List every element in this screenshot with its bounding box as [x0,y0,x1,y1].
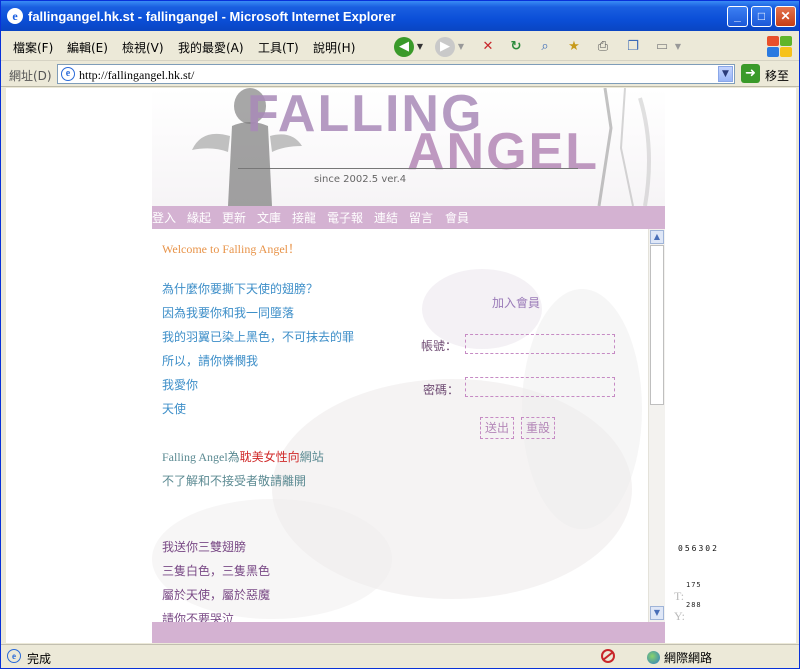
coord-t-label: T: [674,589,685,603]
poem-line: 因為我要你和我一同墮落 [162,306,295,320]
header-decoration [597,88,651,206]
poem2-line: 三隻白色，三隻黑色 [162,564,271,578]
edit-icon[interactable]: ▭ [652,37,672,57]
coord-y-value: 288 [686,601,702,609]
menu-tools[interactable]: 工具(T) [258,39,299,56]
title-bar: e fallingangel.hk.st - fallingangel - Mi… [1,1,799,31]
favorites-icon[interactable]: ★ [564,37,584,57]
poem-line: 我的羽翼已染上黑色，不可抹去的罪 [162,330,355,344]
maximize-button[interactable]: □ [751,6,772,27]
page-icon: e [61,67,75,81]
go-button[interactable]: ➜ 移至 [741,64,797,84]
content-frame: Welcome to Falling Angel！ 為什麼你要撕下天使的翅膀？ … [152,229,665,622]
poem2-line: 屬於天使，屬於惡魔 [162,588,271,602]
nav-origin[interactable]: 緣起 [187,209,211,226]
edit-dropdown-icon[interactable]: ▼ [673,37,683,57]
menu-bar: 檔案(F) 編輯(E) 檢視(V) 我的最愛(A) 工具(T) 說明(H) ◀ … [1,31,799,61]
menu-view[interactable]: 檢視(V) [122,39,164,56]
footer-band [152,622,665,643]
nav-updates[interactable]: 更新 [222,209,246,226]
scroll-down-icon[interactable]: ▼ [650,606,664,620]
join-member-link[interactable]: 加入會員 [492,294,540,311]
address-url[interactable]: http://fallingangel.hk.st/ [79,68,194,83]
refresh-icon[interactable]: ↻ [506,37,526,57]
nav-members[interactable]: 會員 [445,209,469,226]
nav-login[interactable]: 登入 [152,209,176,226]
address-label: 網址(D) [9,69,52,83]
address-dropdown-icon[interactable]: ▼ [718,66,733,82]
notice-suffix: 網站 [299,450,324,464]
back-icon[interactable]: ◀ [394,37,414,57]
go-arrow-icon[interactable]: ➜ [741,64,760,83]
page-done-icon: e [7,649,21,663]
nav-newsletter[interactable]: 電子報 [327,209,363,226]
address-bar: 網址(D) e http://fallingangel.hk.st/ ▼ ➜ 移… [1,61,799,87]
minimize-button[interactable]: _ [727,6,748,27]
menu-edit[interactable]: 編輯(E) [67,39,108,56]
header-divider [238,168,578,169]
browser-window: e fallingangel.hk.st - fallingangel - Mi… [0,0,800,669]
welcome-text: Welcome to Falling Angel！ [162,242,301,256]
security-zone: 網際網路 [647,649,712,666]
coord-t: T: 175 [674,581,701,604]
globe-icon [647,651,660,664]
password-label: 密碼： [423,383,460,397]
search-icon[interactable]: ⌕ [535,37,555,57]
submit-button[interactable]: 送出 [480,417,515,439]
nav-links[interactable]: 連結 [374,209,398,226]
menu-file[interactable]: 檔案(F) [13,39,53,56]
address-input[interactable]: e http://fallingangel.hk.st/ ▼ [57,64,735,84]
menu-favorites[interactable]: 我的最愛(A) [178,39,244,56]
print-icon[interactable]: ⎙ [593,37,613,57]
visit-counter: 056302 [678,544,719,553]
window-title: fallingangel.hk.st - fallingangel - Micr… [28,9,396,24]
poem-line: 為什麼你要撕下天使的翅膀？ [162,282,319,296]
ie-icon: e [7,8,23,24]
poem2-line: 我送你三雙翅膀 [162,540,247,554]
nav-library[interactable]: 文庫 [257,209,281,226]
scroll-up-icon[interactable]: ▲ [650,230,664,244]
close-button[interactable]: ✕ [775,6,796,27]
site-nav: 登入 緣起 更新 文庫 接龍 電子報 連結 留言 會員 [152,206,665,229]
site-header: FALLING ANGEL since 2002.5 ver.4 [152,88,665,206]
status-text: 完成 [27,652,52,666]
coord-y: Y: 288 [674,601,701,624]
stop-icon[interactable]: ✕ [478,37,498,57]
coord-t-value: 175 [686,581,702,589]
windows-logo-icon [765,34,793,58]
status-bar: e 完成 網際網路 [1,644,799,668]
logo-angel: ANGEL [407,123,599,181]
poem2-line: 請你不要哭泣 [162,612,235,622]
forward-dropdown-icon[interactable]: ▼ [456,37,466,57]
forward-icon[interactable]: ▶ [435,37,455,57]
nav-guestbook[interactable]: 留言 [409,209,433,226]
nav-relay[interactable]: 接龍 [292,209,316,226]
poem-line: 天使 [162,402,187,416]
password-input[interactable] [465,377,615,397]
notice-line-2: 不了解和不接受者敬請離開 [162,474,307,488]
poem-line: 所以，請你憐憫我 [162,354,259,368]
website: FALLING ANGEL since 2002.5 ver.4 登入 緣起 更… [152,88,665,643]
page-viewport: FALLING ANGEL since 2002.5 ver.4 登入 緣起 更… [6,88,796,643]
account-input[interactable] [465,334,615,354]
coord-y-label: Y: [674,609,685,623]
menu-help[interactable]: 說明(H) [313,39,355,56]
scroll-thumb[interactable] [650,245,664,405]
copy-icon[interactable]: ❐ [623,37,643,57]
notice-highlight: 耽美女性向 [239,450,300,464]
account-label: 帳號： [421,339,458,353]
notice-line: Falling Angel為耽美女性向網站 [162,448,324,465]
content-scrollbar[interactable]: ▲ ▼ [648,229,665,622]
privacy-blocked-icon[interactable] [599,648,617,664]
since-text: since 2002.5 ver.4 [314,174,407,185]
notice-prefix: Falling Angel為 [162,450,240,464]
poem-line: 我愛你 [162,378,199,392]
zone-label: 網際網路 [664,651,713,665]
go-label[interactable]: 移至 [765,67,789,84]
reset-button[interactable]: 重設 [521,417,556,439]
back-dropdown-icon[interactable]: ▼ [415,37,425,57]
